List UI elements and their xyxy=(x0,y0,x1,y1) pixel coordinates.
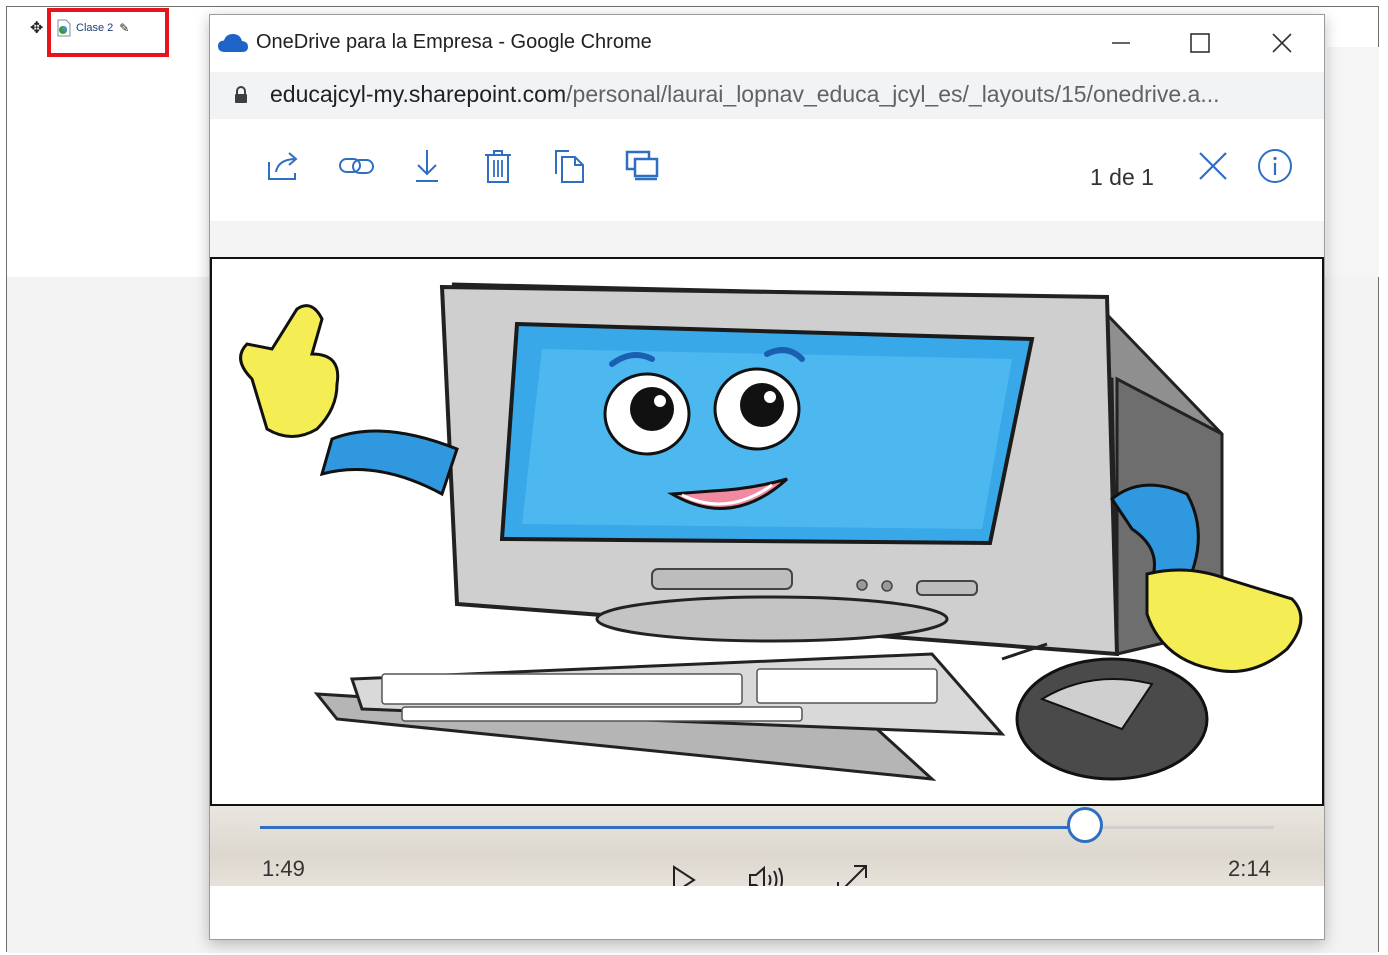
maximize-icon[interactable] xyxy=(1178,25,1222,61)
cartoon-computer-image xyxy=(239,282,1303,781)
move-to-icon[interactable] xyxy=(623,146,663,186)
url-text[interactable]: educajcyl-my.sharepoint.com/personal/lau… xyxy=(270,81,1220,108)
viewer-spacer xyxy=(210,221,1324,257)
video-frame[interactable] xyxy=(210,257,1324,806)
seek-thumb[interactable] xyxy=(1066,807,1103,843)
close-viewer-icon[interactable] xyxy=(1193,146,1233,186)
current-time: 1:49 xyxy=(262,856,305,881)
window-titlebar[interactable]: OneDrive para la Empresa - Google Chrome xyxy=(210,15,1324,72)
link-icon[interactable] xyxy=(337,146,377,186)
page-side-strip xyxy=(1327,47,1379,277)
file-link[interactable]: Clase 2 ✎ xyxy=(56,19,129,37)
info-icon[interactable] xyxy=(1255,146,1295,186)
url-host: educajcyl-my.sharepoint.com xyxy=(270,81,567,107)
close-icon[interactable] xyxy=(1260,25,1304,61)
download-icon[interactable] xyxy=(407,146,447,186)
move-icon[interactable]: ✥ xyxy=(30,18,43,37)
address-bar[interactable]: educajcyl-my.sharepoint.com/personal/lau… xyxy=(210,72,1324,120)
seek-progress xyxy=(260,826,1085,829)
onedrive-popup-window: OneDrive para la Empresa - Google Chrome… xyxy=(209,14,1325,940)
file-link-label[interactable]: Clase 2 xyxy=(76,22,113,34)
viewer-toolbar: 1 de 1 xyxy=(210,119,1324,221)
share-icon[interactable] xyxy=(264,146,304,186)
seek-track[interactable] xyxy=(260,807,1274,843)
onedrive-cloud-icon xyxy=(217,32,249,59)
copy-icon[interactable] xyxy=(550,146,590,186)
window-title: OneDrive para la Empresa - Google Chrome xyxy=(256,31,652,53)
edit-pencil-icon[interactable]: ✎ xyxy=(119,21,129,35)
url-path: /personal/laurai_lopnav_educa_jcyl_es/_l… xyxy=(566,81,1220,107)
duration-time: 2:14 xyxy=(1228,856,1271,881)
page-counter: 1 de 1 xyxy=(1090,164,1154,190)
file-icon xyxy=(56,19,72,37)
lock-icon xyxy=(234,86,248,109)
media-controls: 1:49 2:14 xyxy=(210,806,1324,895)
delete-icon[interactable] xyxy=(478,146,518,186)
viewer-footer xyxy=(210,886,1324,939)
minimize-icon[interactable] xyxy=(1099,25,1143,61)
